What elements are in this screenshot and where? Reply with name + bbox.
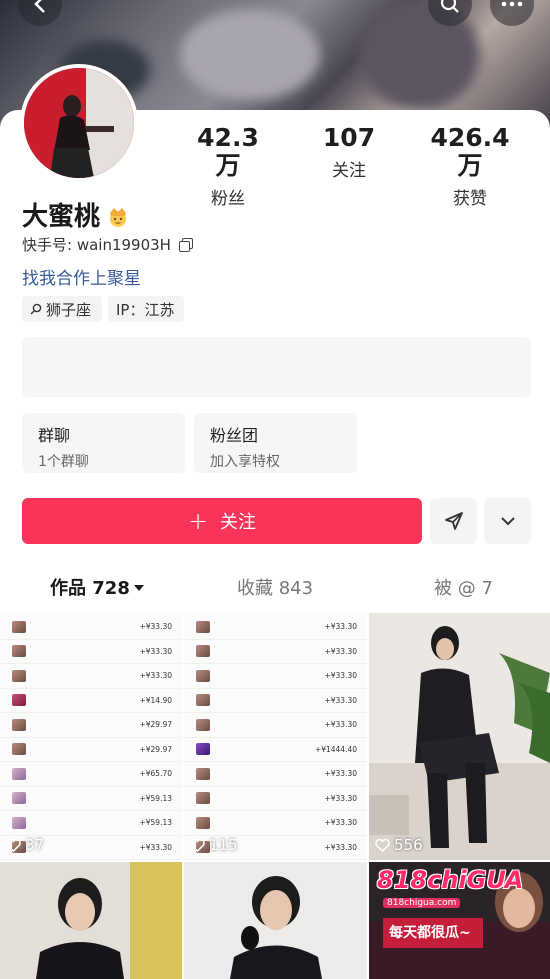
tab-mentions[interactable]: 被 @ 7: [434, 574, 493, 600]
stat-label: 关注: [332, 161, 366, 181]
avatar[interactable]: [20, 64, 138, 182]
group-chat-card[interactable]: 群聊 1个群聊: [22, 413, 185, 473]
info-placeholder: [22, 337, 531, 397]
grid-item[interactable]: 556: [369, 613, 550, 860]
promo-slogan: 每天都很瓜~: [389, 925, 471, 941]
likes-value: 115: [209, 836, 238, 854]
tag-zodiac[interactable]: 狮子座: [22, 296, 102, 322]
grid-item[interactable]: [184, 862, 367, 979]
likes-count: 37: [6, 836, 44, 854]
stat-value: 426.4万: [430, 123, 510, 180]
follow-button[interactable]: + 关注: [22, 498, 422, 544]
grid-item[interactable]: +¥33.30 +¥33.30 +¥33.30 +¥14.90 +¥29.97 …: [0, 613, 182, 860]
expand-button[interactable]: [484, 498, 531, 544]
grid-item[interactable]: +¥33.30 +¥33.30 +¥33.30 +¥33.30 +¥33.30 …: [184, 613, 367, 860]
tab-label: 作品 728: [50, 578, 130, 599]
stat-following[interactable]: 107 关注: [310, 123, 388, 182]
promo-logo: 818chiGUA: [377, 866, 524, 894]
group-subtitle: 加入享特权: [210, 454, 280, 470]
heart-icon: [6, 838, 21, 852]
group-subtitle: 1个群聊: [38, 454, 89, 470]
tab-favorites[interactable]: 收藏 843: [237, 574, 313, 600]
copy-icon[interactable]: [178, 238, 193, 252]
search-icon: [30, 303, 42, 315]
likes-count: 115: [190, 836, 238, 854]
plus-icon: +: [187, 507, 209, 535]
likes-value: 37: [25, 836, 45, 854]
user-id-row[interactable]: 快手号: wain19903H: [22, 234, 193, 255]
tab-label: 收藏 843: [237, 578, 314, 599]
heart-icon: [375, 838, 390, 852]
chevron-left-icon: [34, 0, 45, 13]
works-grid: +¥33.30 +¥33.30 +¥33.30 +¥14.90 +¥29.97 …: [0, 613, 550, 979]
stat-fans[interactable]: 42.3万 粉丝: [186, 123, 270, 210]
tab-label: 被 @ 7: [434, 578, 493, 599]
profile-name: 大蜜桃: [22, 202, 101, 232]
grid-item[interactable]: [0, 862, 182, 979]
heart-icon: [190, 838, 205, 852]
promo-site: 818chigua.com: [383, 898, 461, 908]
stat-value: 42.3万: [197, 123, 259, 180]
stat-value: 107: [322, 123, 376, 152]
promo-banner[interactable]: 818chiGUA 818chigua.com 每天都很瓜~: [369, 862, 550, 979]
fan-club-card[interactable]: 粉丝团 加入享特权: [194, 413, 357, 473]
send-icon: [444, 512, 463, 530]
profile-name-row: 大蜜桃: [22, 196, 130, 233]
user-id: 快手号: wain19903H: [22, 236, 171, 254]
tag-label: IP：江苏: [116, 300, 175, 319]
crown-emoji-icon: [110, 208, 127, 227]
search-icon: [440, 0, 459, 13]
group-title: 粉丝团: [210, 426, 259, 445]
more-horizontal-icon: [501, 1, 523, 7]
group-title: 群聊: [38, 426, 71, 445]
follow-label: 关注: [220, 512, 257, 533]
caret-down-icon: [133, 585, 144, 591]
tag-ip: IP：江苏: [108, 296, 184, 322]
stat-likes[interactable]: 426.4万 获赞: [420, 123, 520, 210]
stat-label: 获赞: [453, 189, 487, 209]
likes-count: 556: [375, 836, 423, 854]
tag-label: 狮子座: [46, 300, 92, 319]
bio-link[interactable]: 找我合作上聚星: [22, 264, 141, 289]
share-button[interactable]: [430, 498, 477, 544]
tab-works[interactable]: 作品 728: [50, 574, 144, 600]
stat-label: 粉丝: [211, 189, 245, 209]
likes-value: 556: [394, 836, 423, 854]
chevron-down-icon: [500, 517, 515, 526]
